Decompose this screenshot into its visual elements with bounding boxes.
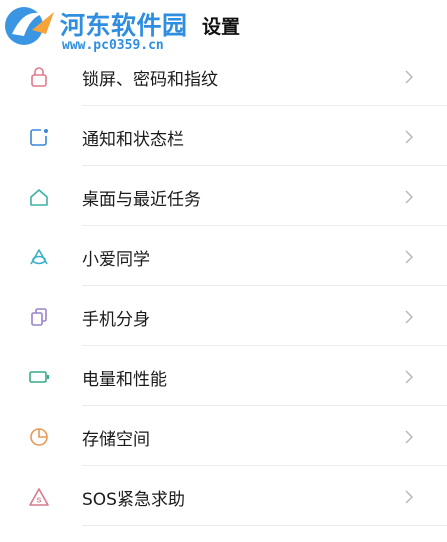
divider (82, 525, 447, 526)
settings-item-label: 锁屏、密码和指纹 (82, 70, 218, 90)
home-icon (30, 189, 48, 206)
chevron-right-icon (405, 130, 413, 144)
battery-icon (29, 371, 49, 383)
settings-list: 锁屏、密码和指纹 通知和状态栏 桌面与最近任务 小爱同学 手机分身 电量和性能 … (0, 46, 447, 526)
watermark-site-name: 河东软件园 (60, 11, 188, 40)
chevron-right-icon (405, 430, 413, 444)
settings-item-sos[interactable]: S SOS紧急求助 (0, 466, 447, 526)
settings-item-label: 桌面与最近任务 (82, 190, 201, 210)
sos-icon: S (29, 488, 49, 506)
settings-item-lock-screen[interactable]: 锁屏、密码和指纹 (0, 46, 447, 106)
chevron-right-icon (405, 490, 413, 504)
settings-item-label: 手机分身 (82, 310, 150, 330)
settings-item-second-space[interactable]: 手机分身 (0, 286, 447, 346)
lock-icon (31, 67, 47, 87)
header: 河东软件园 www.pc0359.cn 设置 (0, 0, 447, 53)
svg-text:S: S (37, 498, 42, 505)
settings-item-home-screen[interactable]: 桌面与最近任务 (0, 166, 447, 226)
second-space-icon (31, 308, 47, 326)
settings-item-label: 电量和性能 (82, 370, 167, 390)
xiaoai-icon (30, 249, 48, 265)
chevron-right-icon (405, 70, 413, 84)
settings-item-label: 通知和状态栏 (82, 130, 184, 150)
chevron-right-icon (405, 190, 413, 204)
settings-item-storage[interactable]: 存储空间 (0, 406, 447, 466)
settings-item-battery[interactable]: 电量和性能 (0, 346, 447, 406)
settings-item-label: 小爱同学 (82, 250, 150, 270)
chevron-right-icon (405, 310, 413, 324)
storage-icon (30, 428, 48, 446)
watermark-logo-icon (5, 7, 54, 45)
notification-icon (30, 129, 48, 146)
settings-item-xiaoai[interactable]: 小爱同学 (0, 226, 447, 286)
chevron-right-icon (405, 370, 413, 384)
page-title: 设置 (202, 16, 241, 38)
chevron-right-icon (405, 250, 413, 264)
settings-item-notifications[interactable]: 通知和状态栏 (0, 106, 447, 166)
settings-item-label: 存储空间 (82, 430, 150, 450)
settings-item-label: SOS紧急求助 (82, 490, 185, 510)
